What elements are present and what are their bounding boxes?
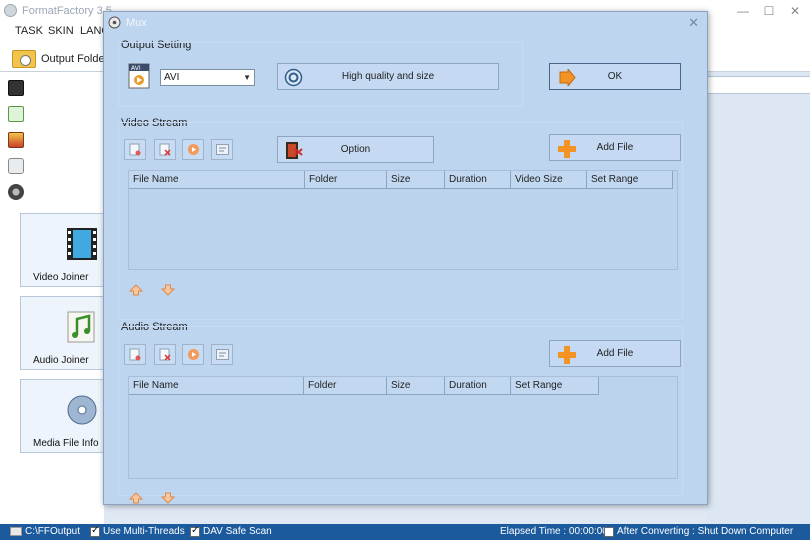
menu-skin[interactable]: SKIN <box>48 25 74 37</box>
quality-setting-button[interactable]: High quality and size <box>277 63 499 90</box>
audio-add-icon[interactable] <box>124 344 146 365</box>
close-icon[interactable]: ✕ <box>782 2 808 20</box>
audio-play-icon[interactable] <box>182 344 204 365</box>
audio-joiner-tile[interactable]: Audio Joiner <box>20 296 104 370</box>
disc-icon <box>67 395 97 425</box>
rom-device-category-icon[interactable] <box>8 158 24 174</box>
ok-label: OK <box>607 71 623 82</box>
task-list-area <box>706 72 810 524</box>
audio-table-header: File Name Folder Size Duration Set Range <box>129 377 599 395</box>
multi-threads-checkbox[interactable] <box>90 525 100 537</box>
ok-button[interactable]: OK <box>549 63 681 90</box>
formatfactory-logo-icon <box>4 4 17 17</box>
plus-icon <box>558 140 576 158</box>
video-table-header: File Name Folder Size Duration Video Siz… <box>129 171 673 189</box>
audio-add-file-label: Add File <box>596 348 634 359</box>
audio-add-file-button[interactable]: Add File <box>549 340 681 367</box>
dialog-title: Mux <box>126 17 147 29</box>
output-path-status[interactable]: C:\FFOutput <box>10 526 80 537</box>
menu-task[interactable]: TASK <box>15 25 43 37</box>
audio-col-duration[interactable]: Duration <box>445 377 511 395</box>
chevron-down-icon: ▼ <box>243 73 251 82</box>
video-file-table[interactable]: File Name Folder Size Duration Video Siz… <box>128 170 678 270</box>
video-col-duration[interactable]: Duration <box>445 171 511 189</box>
sidebar: Video Joiner Audio Joiner Media File Inf… <box>0 72 104 524</box>
option-button[interactable]: Option <box>277 136 434 163</box>
audio-col-size[interactable]: Size <box>387 377 445 395</box>
folder-icon <box>12 50 36 68</box>
video-remove-icon[interactable] <box>154 139 176 160</box>
dialog-titlebar: Mux ✕ <box>104 12 707 34</box>
video-col-set-range[interactable]: Set Range <box>587 171 673 189</box>
after-converting-label: After Converting : Shut Down Computer <box>617 526 794 537</box>
audio-col-file-name[interactable]: File Name <box>129 377 304 395</box>
media-file-info-label: Media File Info <box>33 438 99 449</box>
multi-threads-option[interactable]: Use Multi-Threads <box>90 525 185 537</box>
output-path-text: C:\FFOutput <box>25 526 81 537</box>
video-joiner-tile[interactable]: Video Joiner <box>20 213 104 287</box>
output-folder-button[interactable]: Output Folder <box>12 48 108 70</box>
video-play-icon[interactable] <box>182 139 204 160</box>
picture-category-icon[interactable] <box>8 132 24 148</box>
video-category-icon[interactable] <box>8 80 24 96</box>
status-bar: C:\FFOutput Use Multi-Threads DAV Safe S… <box>0 524 810 540</box>
after-converting-checkbox[interactable] <box>604 526 614 537</box>
video-joiner-label: Video Joiner <box>33 272 89 283</box>
video-col-file-name[interactable]: File Name <box>129 171 305 189</box>
video-move-up-icon[interactable] <box>129 283 143 297</box>
video-col-size[interactable]: Size <box>387 171 445 189</box>
audio-remove-icon[interactable] <box>154 344 176 365</box>
music-note-icon <box>67 311 95 343</box>
avi-format-icon: AVI <box>128 63 150 89</box>
video-info-icon[interactable] <box>211 139 233 160</box>
audio-col-folder[interactable]: Folder <box>304 377 387 395</box>
option-label: Option <box>340 144 371 155</box>
after-converting-option[interactable]: After Converting : Shut Down Computer <box>604 526 793 537</box>
maximize-icon[interactable]: ☐ <box>756 2 782 20</box>
multi-threads-label: Use Multi-Threads <box>103 526 185 537</box>
dialog-close-icon[interactable]: ✕ <box>688 15 699 31</box>
svg-text:AVI: AVI <box>131 65 141 72</box>
video-move-down-icon[interactable] <box>161 283 175 297</box>
format-select[interactable]: AVI ▼ <box>160 69 255 86</box>
audio-joiner-label: Audio Joiner <box>33 355 89 366</box>
media-file-info-tile[interactable]: Media File Info <box>20 379 104 453</box>
audio-category-icon[interactable] <box>8 106 24 122</box>
output-folder-label: Output Folder <box>41 53 109 65</box>
audio-info-icon[interactable] <box>211 344 233 365</box>
utilities-category-icon[interactable] <box>8 184 24 200</box>
audio-move-down-icon[interactable] <box>161 491 175 505</box>
plus-icon <box>558 346 576 364</box>
task-list-header <box>706 76 810 94</box>
drive-icon <box>10 527 22 536</box>
dav-safe-scan-option[interactable]: DAV Safe Scan <box>190 525 272 537</box>
video-col-video-size[interactable]: Video Size <box>511 171 587 189</box>
video-option-icon <box>286 142 303 159</box>
minimize-icon[interactable]: — <box>730 2 756 20</box>
quality-gear-icon <box>284 68 303 87</box>
audio-move-up-icon[interactable] <box>129 491 143 505</box>
ok-arrow-icon <box>559 69 576 86</box>
mux-icon <box>108 16 121 29</box>
main-window-title: FormatFactory 3.5 <box>22 5 112 17</box>
elapsed-time: Elapsed Time : 00:00:00 <box>500 526 608 537</box>
audio-col-set-range[interactable]: Set Range <box>511 377 599 395</box>
video-add-file-label: Add File <box>596 142 634 153</box>
video-add-icon[interactable] <box>124 139 146 160</box>
dav-safe-scan-checkbox[interactable] <box>190 525 200 537</box>
video-col-folder[interactable]: Folder <box>305 171 387 189</box>
mux-dialog: Mux ✕ Output Setting AVI AVI ▼ High qual… <box>103 11 708 505</box>
film-strip-icon <box>67 228 97 260</box>
video-add-file-button[interactable]: Add File <box>549 134 681 161</box>
dav-safe-scan-label: DAV Safe Scan <box>203 526 272 537</box>
format-select-value: AVI <box>164 72 180 83</box>
quality-setting-label: High quality and size <box>341 71 435 82</box>
audio-file-table[interactable]: File Name Folder Size Duration Set Range <box>128 376 678 479</box>
